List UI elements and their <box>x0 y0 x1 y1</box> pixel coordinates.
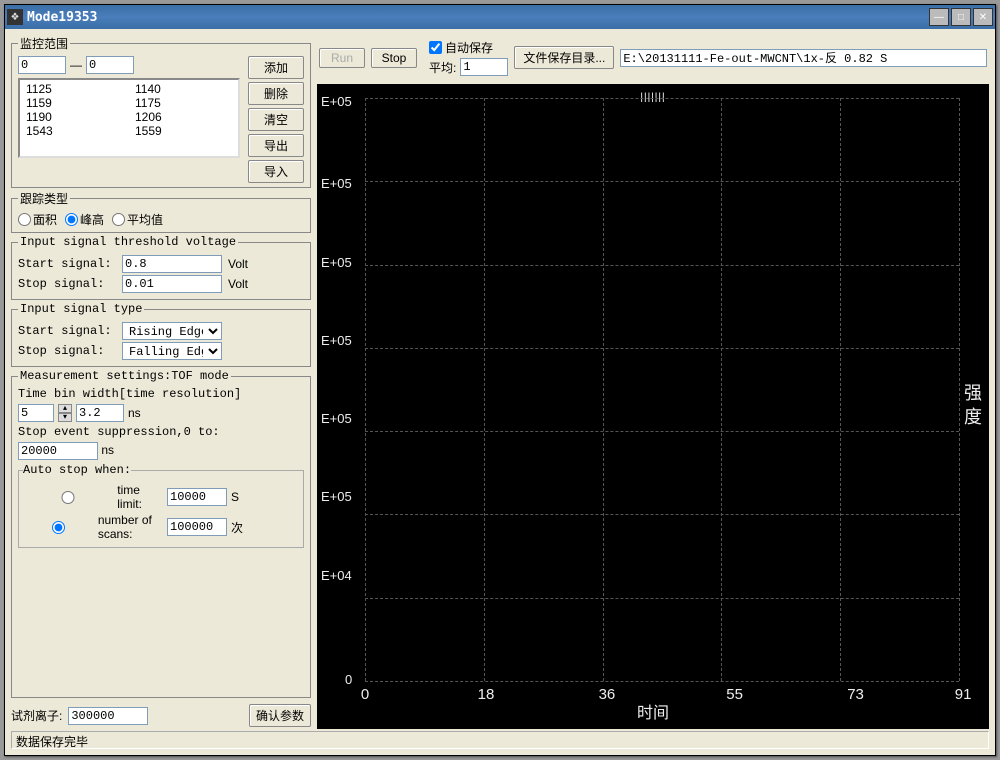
radio-num-scans[interactable]: number of scans: <box>23 513 163 541</box>
maximize-button[interactable] <box>951 8 971 26</box>
save-dir-button[interactable]: 文件保存目录... <box>514 46 614 69</box>
stop-signal-label: Stop signal: <box>18 277 118 291</box>
timebin-label: Time bin width[time resolution] <box>18 387 304 401</box>
measurement-legend: Measurement settings:TOF mode <box>18 369 231 383</box>
range-to-input[interactable] <box>86 56 134 74</box>
run-button[interactable]: Run <box>319 48 365 68</box>
num-scans-input[interactable] <box>167 518 227 536</box>
start-signal-input[interactable] <box>122 255 222 273</box>
timebin-ns-input[interactable] <box>76 404 124 422</box>
reagent-ion-label: 试剂离子: <box>11 707 62 724</box>
radio-avg[interactable]: 平均值 <box>112 211 163 228</box>
list-item: 15431559 <box>20 124 238 138</box>
timebin-n-input[interactable] <box>18 404 54 422</box>
y-axis-label: 强度 <box>959 383 985 431</box>
list-item: 11901206 <box>20 110 238 124</box>
window-title: Mode19353 <box>27 10 929 25</box>
spin-down-button[interactable]: ▾ <box>58 413 72 422</box>
confirm-params-button[interactable]: 确认参数 <box>249 704 311 727</box>
signal-type-group: Input signal type Start signal: Rising E… <box>11 302 311 367</box>
title-bar: Mode19353 <box>5 5 995 29</box>
time-limit-input[interactable] <box>167 488 227 506</box>
import-button[interactable]: 导入 <box>248 160 304 183</box>
app-window: Mode19353 监控范围 — <box>4 4 996 756</box>
stop-signal-type-select[interactable]: Falling Edge <box>122 342 222 360</box>
status-bar: 数据保存完毕 <box>11 731 989 749</box>
signal-type-legend: Input signal type <box>18 302 144 316</box>
volt-unit: Volt <box>228 257 248 271</box>
avg-input[interactable] <box>460 58 508 76</box>
export-button[interactable]: 导出 <box>248 134 304 157</box>
top-controls: Run Stop 自动保存 平均: 文件保存目录... <box>317 35 989 80</box>
autosave-checkbox[interactable]: 自动保存 <box>429 39 508 56</box>
radio-area[interactable]: 面积 <box>18 211 57 228</box>
chart-area: ||||||| E+05 E+05 E+05 E+05 E+05 E+05 <box>317 84 989 729</box>
monitor-range-group: 监控范围 — 11251140 11591175 11901206 <box>11 35 311 188</box>
start-signal-label: Start signal: <box>18 257 118 271</box>
chart-grid <box>365 98 959 681</box>
close-button[interactable] <box>973 8 993 26</box>
measurement-group: Measurement settings:TOF mode Time bin w… <box>11 369 311 698</box>
stop-signal-input[interactable] <box>122 275 222 293</box>
start-signal-type-select[interactable]: Rising Edge <box>122 322 222 340</box>
range-listbox[interactable]: 11251140 11591175 11901206 15431559 <box>18 78 240 158</box>
list-item: 11251140 <box>20 82 238 96</box>
stop-button[interactable]: Stop <box>371 48 417 68</box>
x-axis-label: 时间 <box>637 699 669 723</box>
delete-button[interactable]: 删除 <box>248 82 304 105</box>
minimize-button[interactable] <box>929 8 949 26</box>
range-from-input[interactable] <box>18 56 66 74</box>
clear-button[interactable]: 清空 <box>248 108 304 131</box>
app-icon <box>7 9 23 25</box>
track-type-group: 跟踪类型 面积 峰高 平均值 <box>11 190 311 233</box>
threshold-legend: Input signal threshold voltage <box>18 235 238 249</box>
save-path-field[interactable] <box>620 49 987 67</box>
monitor-range-legend: 监控范围 <box>18 35 70 52</box>
add-button[interactable]: 添加 <box>248 56 304 79</box>
radio-time-limit[interactable]: time limit: <box>23 483 163 511</box>
avg-label: 平均: <box>429 59 456 76</box>
track-type-legend: 跟踪类型 <box>18 190 70 207</box>
autostop-group: Auto stop when: time limit: S number of … <box>18 463 304 548</box>
radio-peak[interactable]: 峰高 <box>65 211 104 228</box>
threshold-group: Input signal threshold voltage Start sig… <box>11 235 311 300</box>
stop-supp-input[interactable] <box>18 442 98 460</box>
stop-supp-label: Stop event suppression,0 to: <box>18 425 304 439</box>
reagent-ion-input[interactable] <box>68 707 148 725</box>
list-item: 11591175 <box>20 96 238 110</box>
